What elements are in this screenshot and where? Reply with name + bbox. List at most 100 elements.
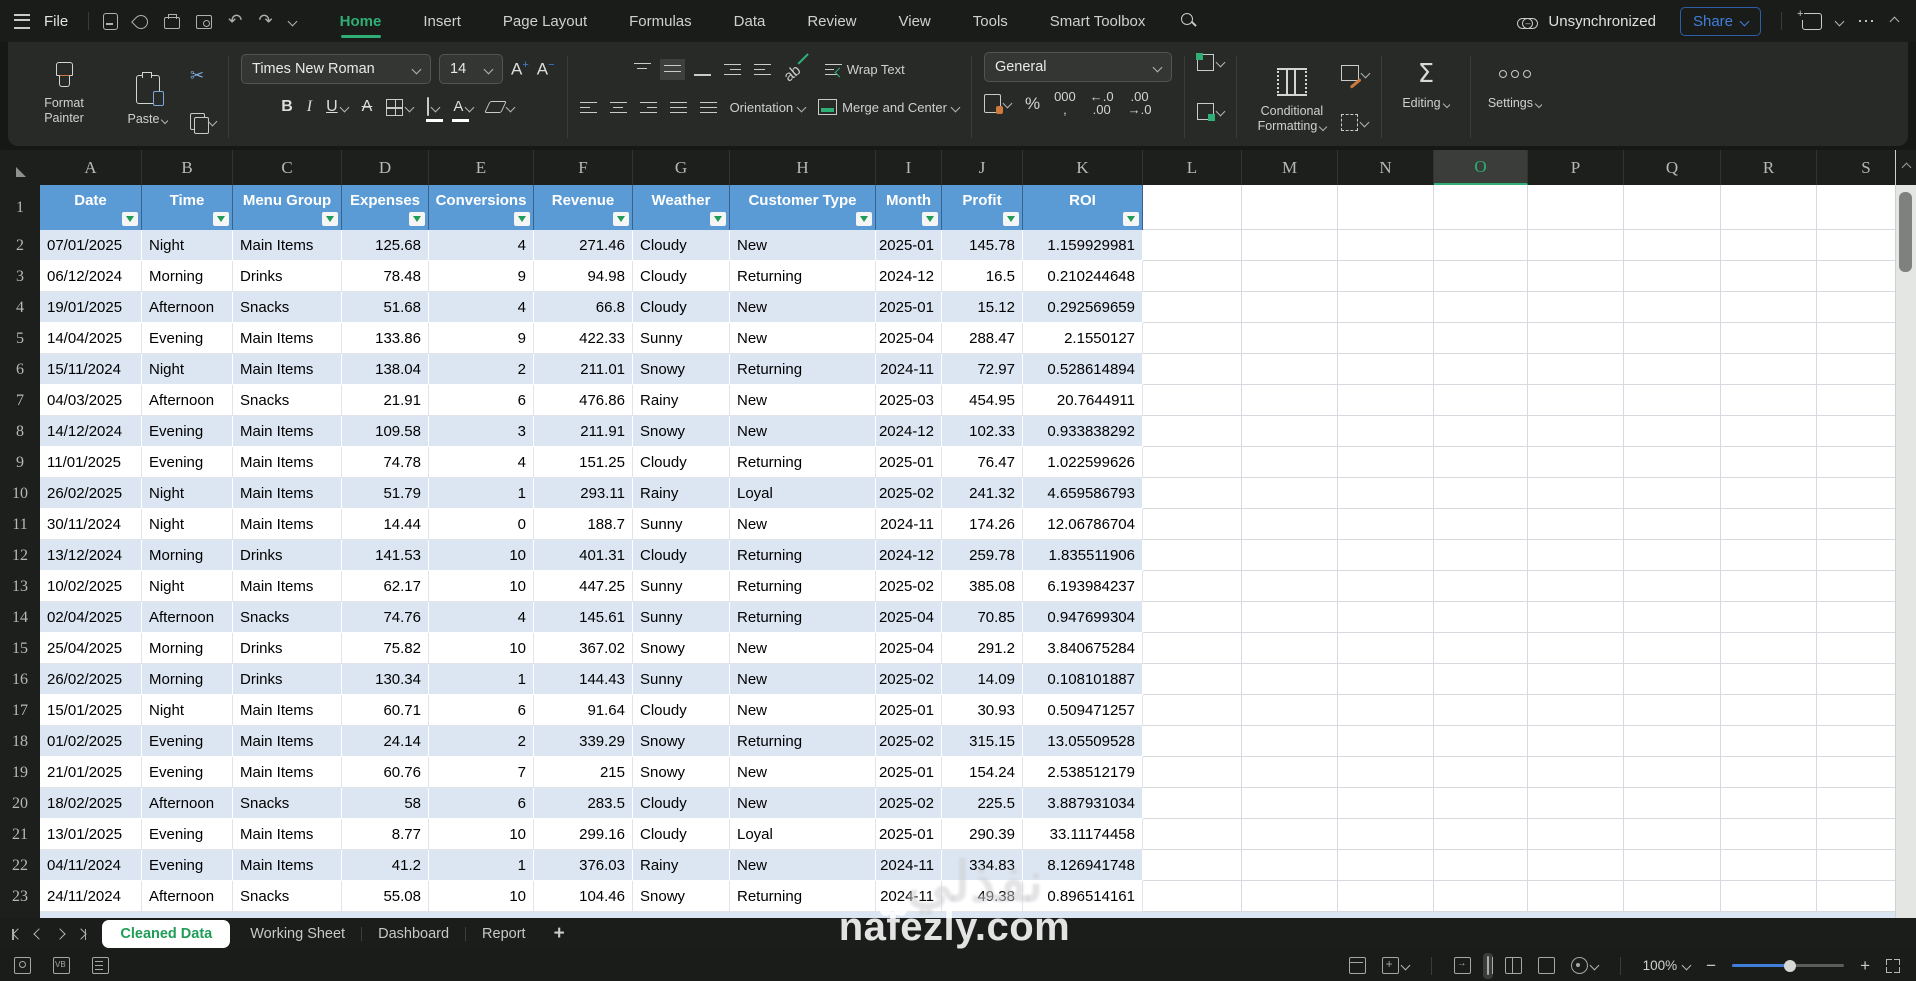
cell[interactable] [1528,757,1624,788]
cell[interactable] [1242,819,1338,850]
cell[interactable]: Morning [142,633,233,664]
cell[interactable] [1624,819,1721,850]
export-icon[interactable] [131,12,152,32]
cell[interactable]: 2.538512179 [1023,757,1143,788]
column-header-K[interactable]: K [1023,150,1143,185]
column-header-P[interactable]: P [1528,150,1624,185]
borders-button[interactable] [386,98,415,116]
row-number-11[interactable]: 11 [0,509,40,540]
cell[interactable]: 41.2 [342,850,429,881]
cell[interactable]: Main Items [233,230,342,261]
undo-icon[interactable]: ↶ [228,12,242,30]
cell[interactable]: Snacks [233,788,342,819]
cell[interactable] [1338,540,1434,571]
cell[interactable] [1434,292,1528,323]
cell[interactable]: 2025-02 [876,788,942,819]
filter-dropdown-icon[interactable] [922,212,938,226]
column-header-I[interactable]: I [876,150,942,185]
cell[interactable] [1434,819,1528,850]
cell[interactable] [1624,850,1721,881]
fit-selection-button[interactable] [1381,957,1411,974]
cell[interactable]: 30/11/2024 [40,509,142,540]
cell[interactable]: 2024-11 [876,354,942,385]
settings-button[interactable]: Settings [1483,52,1547,111]
column-header-Q[interactable]: Q [1624,150,1721,185]
cell[interactable] [1338,726,1434,757]
cell[interactable] [1624,540,1721,571]
menu-tab-data[interactable]: Data [732,3,768,40]
macro-icon[interactable] [53,957,70,974]
cell[interactable] [1143,185,1242,230]
cell[interactable] [1143,447,1242,478]
cell[interactable] [1624,726,1721,757]
cell[interactable]: 2 [429,726,534,757]
cell[interactable] [1721,540,1817,571]
cell[interactable]: Sunny [633,509,730,540]
cell[interactable] [1143,416,1242,447]
cell[interactable] [1242,571,1338,602]
cell[interactable] [1528,478,1624,509]
cell[interactable] [1434,664,1528,695]
row-number-20[interactable]: 20 [0,788,40,819]
cell[interactable]: 271.46 [534,230,633,261]
cell[interactable]: New [730,664,876,695]
align-left-icon[interactable] [579,101,597,114]
cell[interactable]: Cloudy [633,447,730,478]
cell[interactable]: 3.840675284 [1023,633,1143,664]
cell[interactable]: 315.15 [942,726,1023,757]
filter-dropdown-icon[interactable] [613,212,629,226]
cell[interactable]: 74.78 [342,447,429,478]
cell[interactable]: 4 [429,447,534,478]
cell[interactable] [1143,323,1242,354]
cell[interactable] [1338,261,1434,292]
cell[interactable]: Sunny [633,664,730,695]
filter-dropdown-icon[interactable] [1003,212,1019,226]
cell[interactable]: 02/04/2025 [40,602,142,633]
quick-access-chevron-icon[interactable] [287,16,298,26]
cell[interactable]: 2025-02 [876,726,942,757]
cell[interactable] [1338,385,1434,416]
cell[interactable] [1624,664,1721,695]
cell[interactable] [1242,850,1338,881]
cell[interactable]: Morning [142,261,233,292]
increase-indent-icon[interactable] [753,63,771,76]
cell[interactable]: Main Items [233,478,342,509]
cell[interactable] [1434,757,1528,788]
cell[interactable]: 91.64 [534,695,633,726]
cell[interactable] [1434,185,1528,230]
cell[interactable]: 211.01 [534,354,633,385]
cell[interactable]: Afternoon [142,881,233,912]
percent-icon[interactable]: % [1025,95,1040,112]
cell[interactable] [1434,230,1528,261]
merge-center-button[interactable]: Merge and Center [818,99,961,115]
table-header-cell[interactable]: Customer Type [730,185,876,230]
cell[interactable] [1528,385,1624,416]
cell[interactable] [1624,602,1721,633]
cell[interactable]: 0.528614894 [1023,354,1143,385]
column-header-B[interactable]: B [142,150,233,185]
cell[interactable]: 133.86 [342,323,429,354]
sheet-tab-cleaned-data[interactable]: Cleaned Data [102,920,231,948]
cell[interactable]: 225.5 [942,788,1023,819]
cell[interactable]: 2 [429,354,534,385]
cell[interactable] [1434,788,1528,819]
table-header-cell[interactable]: Conversions [429,185,534,230]
cell[interactable] [1624,230,1721,261]
cell[interactable]: 07/01/2025 [40,230,142,261]
cell[interactable] [1242,509,1338,540]
cell[interactable]: 2024-12 [876,416,942,447]
cell[interactable]: 8.77 [342,819,429,850]
cell[interactable] [1143,292,1242,323]
add-sheet-button[interactable]: + [542,923,577,945]
row-number-7[interactable]: 7 [0,385,40,416]
cell[interactable]: 04/11/2024 [40,850,142,881]
cell[interactable] [1242,292,1338,323]
cell[interactable]: 24/11/2024 [40,881,142,912]
cell[interactable]: 288.47 [942,323,1023,354]
row-number-10[interactable]: 10 [0,478,40,509]
cell[interactable] [1434,323,1528,354]
cell[interactable] [1528,695,1624,726]
reading-view-button[interactable] [1570,957,1600,974]
cell[interactable]: 215 [534,757,633,788]
cell[interactable]: 2025-04 [876,602,942,633]
